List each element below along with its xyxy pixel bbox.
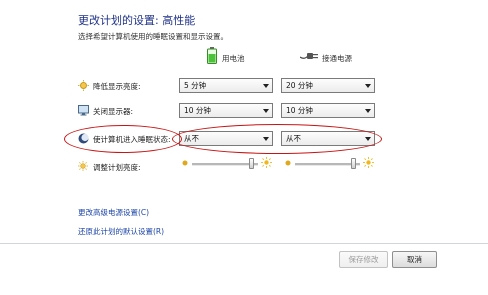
- annotation-ellipse-label: [64, 125, 182, 153]
- plug-icon: [300, 53, 318, 59]
- plugged-column-header: 接通电源: [322, 54, 352, 63]
- dim-display-plugged-select[interactable]: 20 分钟: [281, 78, 375, 93]
- dim-display-battery-value: 5 分钟: [184, 81, 207, 90]
- dim-display-plugged-value: 20 分钟: [286, 81, 313, 90]
- annotation-ellipse-selects: [172, 124, 382, 154]
- slider-thumb[interactable]: [249, 158, 254, 169]
- battery-icon: [207, 47, 217, 64]
- chevron-down-icon: [365, 109, 371, 113]
- dim-display-icon: [78, 80, 89, 91]
- monitor-icon: [78, 105, 89, 116]
- turn-off-display-label: 关闭显示器:: [93, 107, 134, 116]
- brightness-sun-icon: [78, 161, 88, 171]
- brightness-low-icon: [182, 160, 188, 166]
- chevron-down-icon: [263, 84, 269, 88]
- turn-off-display-plugged-select[interactable]: 10 分钟: [281, 103, 375, 118]
- turn-off-display-plugged-value: 10 分钟: [286, 106, 313, 115]
- chevron-down-icon: [365, 84, 371, 88]
- restore-defaults-link[interactable]: 还原此计划的默认设置(R): [78, 226, 164, 237]
- turn-off-display-battery-select[interactable]: 10 分钟: [179, 103, 273, 118]
- brightness-plugged-slider[interactable]: [295, 157, 360, 171]
- slider-thumb[interactable]: [351, 158, 356, 169]
- brightness-high-icon: [363, 157, 374, 168]
- turn-off-display-battery-value: 10 分钟: [184, 106, 211, 115]
- battery-column-header: 用电池: [222, 54, 245, 63]
- brightness-label: 调整计划亮度:: [93, 163, 141, 172]
- chevron-down-icon: [263, 109, 269, 113]
- advanced-power-settings-link[interactable]: 更改高级电源设置(C): [78, 207, 149, 218]
- brightness-high-icon: [261, 157, 272, 168]
- brightness-battery-slider[interactable]: [192, 157, 258, 171]
- dim-display-label: 降低显示亮度:: [93, 82, 141, 91]
- cancel-button[interactable]: 取消: [392, 251, 437, 268]
- save-changes-button[interactable]: 保存修改: [339, 251, 388, 268]
- page-subtitle: 选择希望计算机使用的睡眠设置和显示设置。: [78, 32, 228, 41]
- page-title: 更改计划的设置: 高性能: [78, 14, 196, 27]
- dim-display-battery-select[interactable]: 5 分钟: [179, 78, 273, 93]
- footer-divider: [0, 243, 488, 244]
- brightness-low-icon: [285, 160, 291, 166]
